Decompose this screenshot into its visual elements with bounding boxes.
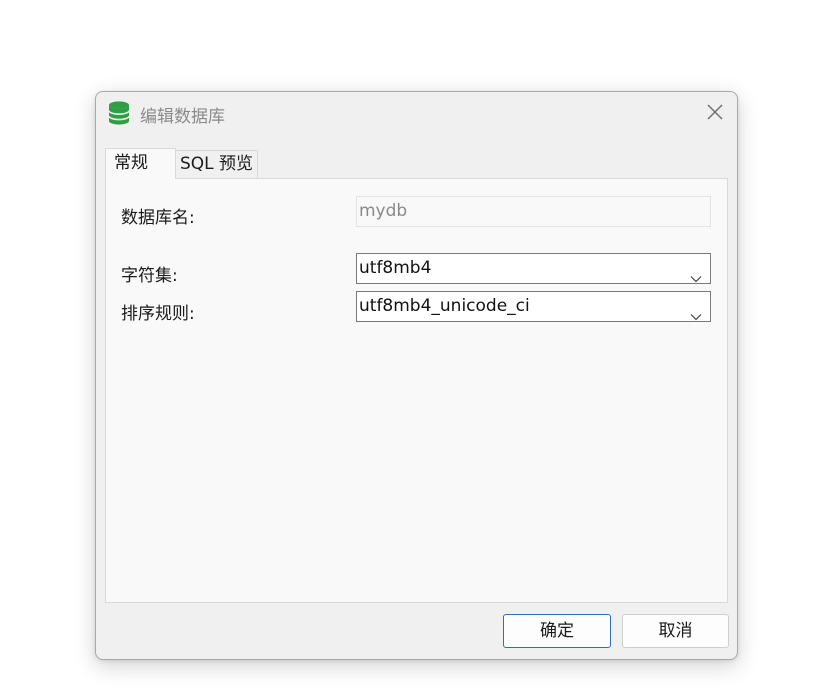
close-icon[interactable]: [703, 100, 727, 124]
cancel-button[interactable]: 取消: [622, 614, 729, 648]
dialog-title: 编辑数据库: [140, 107, 225, 127]
chevron-down-icon: [690, 302, 702, 321]
charset-label: 字符集:: [121, 266, 178, 286]
title-bar: 编辑数据库: [96, 92, 737, 134]
collation-value: utf8mb4_unicode_ci: [359, 296, 530, 316]
database-name-input: mydb: [356, 196, 711, 227]
collation-label: 排序规则:: [121, 304, 195, 324]
general-panel: 数据库名: mydb 字符集: utf8mb4 排序规则: utf8mb4_un…: [105, 178, 728, 603]
collation-select[interactable]: utf8mb4_unicode_ci: [356, 291, 711, 322]
charset-select[interactable]: utf8mb4: [356, 253, 711, 284]
tab-sql-preview[interactable]: SQL 预览: [176, 150, 258, 178]
edit-database-dialog: 编辑数据库 常规 SQL 预览 数据库名: mydb 字符集: utf8mb4 …: [95, 91, 738, 660]
charset-value: utf8mb4: [359, 258, 432, 278]
database-icon: [107, 100, 131, 126]
chevron-down-icon: [690, 264, 702, 283]
tab-general[interactable]: 常规: [105, 148, 176, 179]
ok-button[interactable]: 确定: [503, 614, 611, 648]
database-name-label: 数据库名:: [121, 208, 195, 228]
